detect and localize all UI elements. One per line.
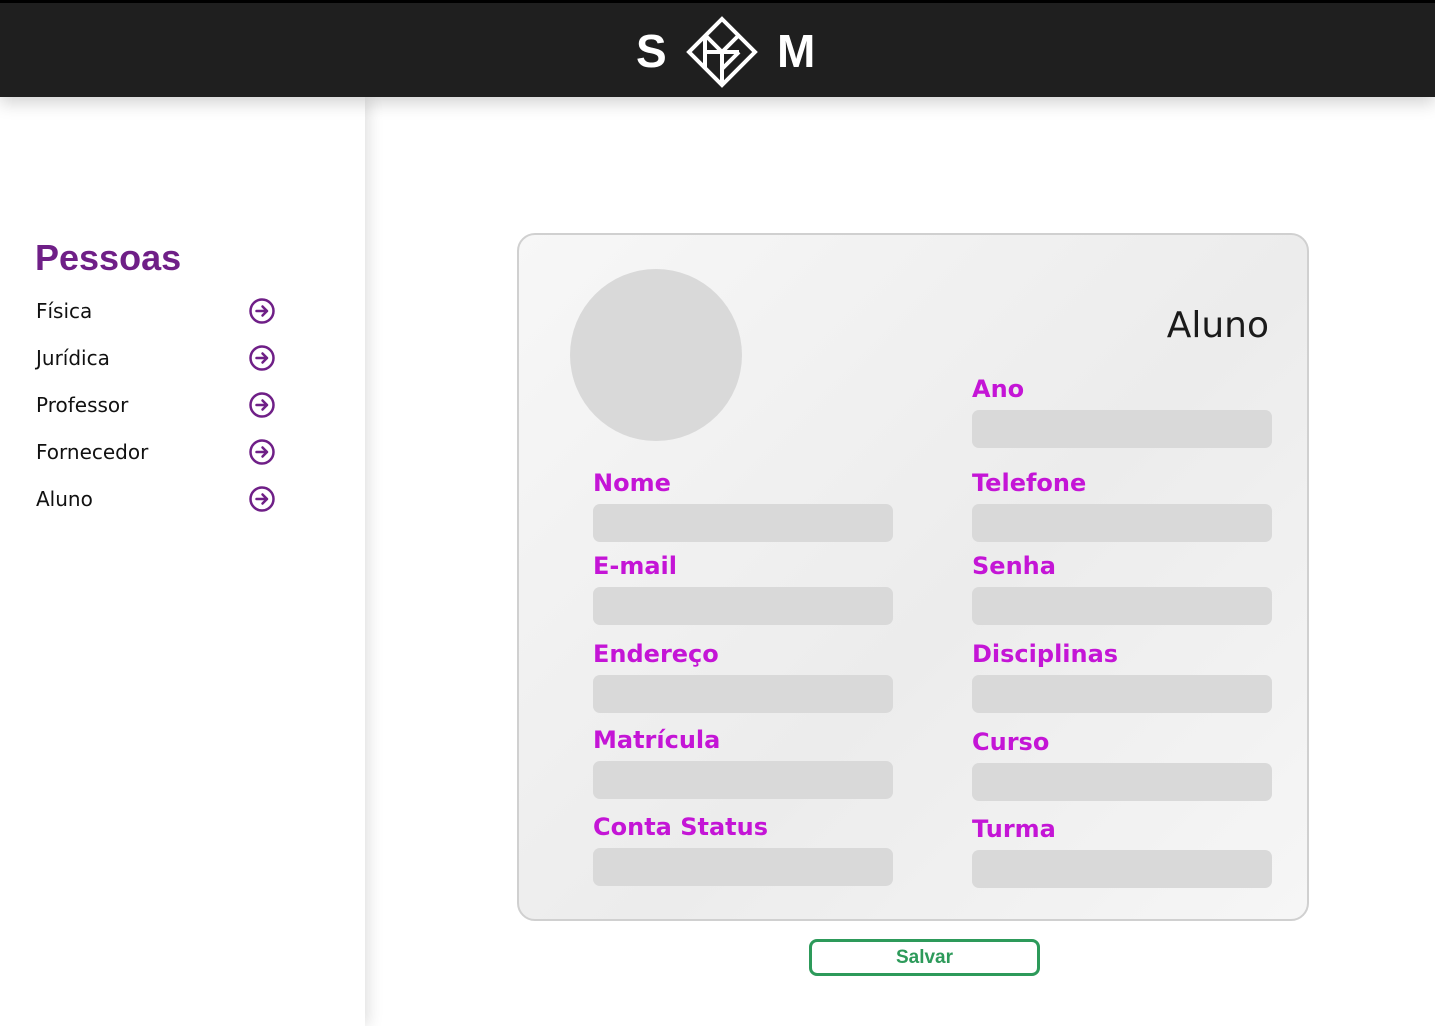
conta-status-field[interactable]	[593, 848, 893, 886]
sidebar-item-juridica[interactable]: Jurídica	[35, 343, 277, 373]
email-field[interactable]	[593, 587, 893, 625]
sidebar: Pessoas Física Jurídica Professor Fornec…	[0, 97, 365, 1026]
logo-letter-m: M	[777, 25, 816, 77]
diamond-cube-icon	[686, 16, 758, 88]
app-header: S M	[0, 0, 1435, 97]
curso-label: Curso	[972, 728, 1050, 756]
conta-status-label: Conta Status	[593, 813, 769, 841]
matricula-label: Matrícula	[593, 726, 721, 754]
endereco-field[interactable]	[593, 675, 893, 713]
turma-label: Turma	[972, 815, 1056, 843]
telefone-label: Telefone	[972, 469, 1087, 497]
avatar[interactable]	[570, 269, 742, 441]
curso-field[interactable]	[972, 763, 1272, 801]
sidebar-item-label: Professor	[36, 393, 129, 417]
sidebar-item-aluno[interactable]: Aluno	[35, 484, 277, 514]
ano-field[interactable]	[972, 410, 1272, 448]
ano-label: Ano	[972, 375, 1025, 403]
endereco-label: Endereço	[593, 640, 719, 668]
senha-label: Senha	[972, 552, 1056, 580]
sidebar-item-label: Fornecedor	[36, 440, 149, 464]
sidebar-item-professor[interactable]: Professor	[35, 390, 277, 420]
disciplinas-field[interactable]	[972, 675, 1272, 713]
save-button[interactable]: Salvar	[809, 939, 1040, 976]
sidebar-title: Pessoas	[35, 237, 182, 278]
nome-field[interactable]	[593, 504, 893, 542]
telefone-field[interactable]	[972, 504, 1272, 542]
student-form-card: Aluno Nome E-mail Endereço Matrícula Con…	[517, 233, 1309, 921]
sidebar-item-fornecedor[interactable]: Fornecedor	[35, 437, 277, 467]
arrow-right-circle-icon[interactable]	[248, 344, 276, 372]
sidebar-item-fisica[interactable]: Física	[35, 296, 277, 326]
disciplinas-label: Disciplinas	[972, 640, 1119, 668]
sidebar-item-label: Física	[36, 299, 93, 323]
arrow-right-circle-icon[interactable]	[248, 485, 276, 513]
form-title: Aluno	[1166, 305, 1269, 346]
arrow-right-circle-icon[interactable]	[248, 391, 276, 419]
logo-letter-s: S	[636, 25, 667, 77]
sidebar-item-label: Jurídica	[36, 346, 110, 370]
arrow-right-circle-icon[interactable]	[248, 438, 276, 466]
email-label: E-mail	[593, 552, 678, 580]
arrow-right-circle-icon[interactable]	[248, 297, 276, 325]
matricula-field[interactable]	[593, 761, 893, 799]
sidebar-item-label: Aluno	[36, 487, 93, 511]
senha-field[interactable]	[972, 587, 1272, 625]
turma-field[interactable]	[972, 850, 1272, 888]
nome-label: Nome	[593, 469, 671, 497]
